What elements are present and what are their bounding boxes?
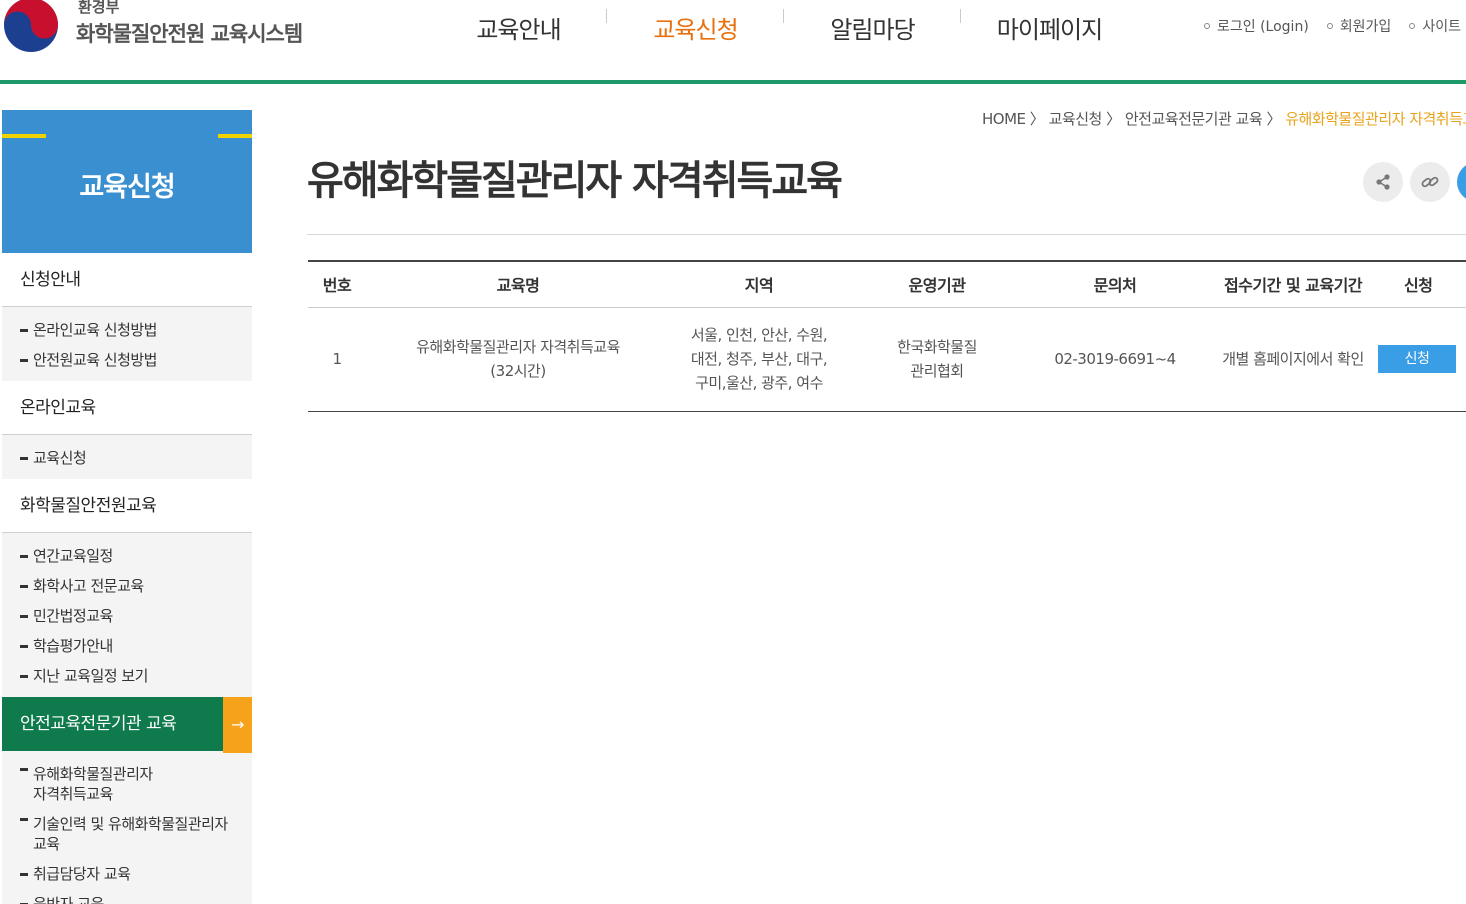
sidebar-item-transporter-course[interactable]: 운반자 교육 [2, 889, 252, 904]
column-header-period: 접수기간 및 교육기간 [1204, 261, 1382, 308]
column-header-region: 지역 [670, 261, 848, 308]
arrow-right-icon: → [223, 697, 252, 753]
decor-line [218, 134, 252, 138]
breadcrumb-item[interactable]: 안전교육전문기관 교육 [1125, 110, 1263, 128]
gnb-mypage[interactable]: 마이페이지 [961, 10, 1138, 45]
sidebar-category-online-education[interactable]: 온라인교육 [2, 381, 252, 435]
gnb-divider [783, 9, 784, 23]
login-link[interactable]: 로그인 (Login) [1204, 16, 1309, 36]
sidebar-item-private-legal[interactable]: 민간법정교육 [2, 601, 252, 631]
breadcrumb-separator: 〉 [1029, 110, 1045, 128]
sidebar-category-safety-institution[interactable]: 안전교육전문기관 교육 → [2, 697, 252, 753]
share-icon [1376, 174, 1390, 190]
sidebar-item-accident-expert[interactable]: 화학사고 전문교육 [2, 571, 252, 601]
copy-link-button[interactable] [1410, 162, 1450, 202]
ministry-name[interactable]: 환경부 [78, 0, 119, 17]
table-row: 1 유해화학물질관리자 자격취득교육 (32시간) 서울, 인천, 안산, 수원… [308, 307, 1466, 412]
sidebar-item-annual-schedule[interactable]: 연간교육일정 [2, 541, 252, 571]
share-button[interactable] [1363, 162, 1403, 202]
breadcrumb: HOME 〉 교육신청 〉 안전교육전문기관 교육 〉 유해화학물질관리자 자격… [982, 108, 1466, 129]
column-header-org: 운영기관 [848, 261, 1026, 308]
sidebar-item-handler-course[interactable]: 취급담당자 교육 [2, 859, 252, 889]
sidebar-submenu: 온라인교육 신청방법 안전원교육 신청방법 [2, 307, 252, 381]
sidebar-item-technician-course[interactable]: 기술인력 및 유해화학물질관리자 교육 [2, 809, 252, 859]
breadcrumb-separator: 〉 [1266, 110, 1281, 128]
gnb-divider [960, 9, 961, 23]
sidebar-item-learning-evaluation[interactable]: 학습평가안내 [2, 631, 252, 661]
cell-apply: 신청 [1378, 307, 1466, 412]
site-title[interactable]: 화학물질안전원 교육시스템 [76, 18, 303, 48]
site-header: 환경부 화학물질안전원 교육시스템 교육안내 교육신청 알림마당 마이페이지 로… [0, 0, 1466, 84]
breadcrumb-separator: 〉 [1106, 110, 1121, 128]
signup-link[interactable]: 회원가입 [1326, 16, 1391, 36]
cell-no: 1 [308, 307, 366, 412]
government-emblem-icon[interactable] [2, 0, 60, 52]
sidebar-submenu: 연간교육일정 화학사고 전문교육 민간법정교육 학습평가안내 지난 교육일정 보… [2, 533, 252, 697]
course-table: 번호 교육명 지역 운영기관 문의처 접수기간 및 교육기간 신청 1 유해화학… [308, 260, 1466, 412]
breadcrumb-current: 유해화학물질관리자 자격취득교육 [1285, 110, 1466, 128]
cell-org: 한국화학물질 관리협회 [848, 307, 1026, 412]
breadcrumb-home[interactable]: HOME [982, 110, 1026, 128]
global-nav: 교육안내 교육신청 알림마당 마이페이지 [430, 10, 1138, 45]
sidebar-item-education-apply[interactable]: 교육신청 [2, 443, 252, 473]
sidebar-category-apply-guide[interactable]: 신청안내 [2, 253, 252, 307]
sidebar-title: 교육신청 [79, 172, 175, 203]
cell-period: 개별 홈페이지에서 확인 [1204, 307, 1382, 412]
sidebar-submenu: 유해화학물질관리자 자격취득교육 기술인력 및 유해화학물질관리자 교육 취급담… [2, 751, 252, 904]
bullet-icon [1409, 23, 1416, 29]
link-icon [1421, 176, 1439, 188]
sidebar-category-institute-education[interactable]: 화학물질안전원교육 [2, 479, 252, 533]
sitemap-link[interactable]: 사이트 [1409, 16, 1461, 36]
sidebar-category-label: 안전교육전문기관 교육 [20, 714, 177, 734]
decor-line [2, 134, 46, 138]
sidebar-item-online-apply-method[interactable]: 온라인교육 신청방법 [2, 315, 252, 345]
apply-button[interactable]: 신청 [1378, 345, 1456, 373]
sidebar-item-institute-apply-method[interactable]: 안전원교육 신청방법 [2, 345, 252, 375]
sidebar-menu: 신청안내 온라인교육 신청방법 안전원교육 신청방법 온라인교육 교육신청 화학… [2, 253, 252, 904]
sidebar-submenu: 교육신청 [2, 435, 252, 479]
utility-links: 로그인 (Login) 회원가입 사이트 [1204, 16, 1461, 36]
gnb-education-info[interactable]: 교육안내 [430, 10, 607, 45]
gnb-divider [606, 9, 607, 23]
gnb-education-apply[interactable]: 교육신청 [607, 10, 784, 45]
title-divider [307, 234, 1466, 235]
breadcrumb-item[interactable]: 교육신청 [1049, 110, 1103, 128]
cell-course-name: 유해화학물질관리자 자격취득교육 (32시간) [366, 307, 670, 412]
column-header-name: 교육명 [366, 261, 670, 308]
page-title: 유해화학물질관리자 자격취득교육 [307, 158, 843, 204]
cell-region: 서울, 인천, 안산, 수원, 대전, 청주, 부산, 대구, 구미,울산, 광… [670, 307, 848, 412]
column-header-contact: 문의처 [1026, 261, 1204, 308]
gnb-notice[interactable]: 알림마당 [784, 10, 961, 45]
sidebar-header: 교육신청 [2, 110, 252, 253]
bullet-icon [1204, 23, 1210, 29]
print-button[interactable] [1457, 162, 1466, 202]
bullet-icon [1326, 23, 1333, 29]
sidebar-item-license-course[interactable]: 유해화학물질관리자 자격취득교육 [2, 759, 252, 809]
sidebar-item-past-schedule[interactable]: 지난 교육일정 보기 [2, 661, 252, 691]
column-header-no: 번호 [308, 261, 366, 308]
table-header-row: 번호 교육명 지역 운영기관 문의처 접수기간 및 교육기간 신청 [308, 261, 1466, 308]
column-header-apply: 신청 [1382, 261, 1466, 308]
cell-contact: 02-3019-6691~4 [1026, 307, 1204, 412]
